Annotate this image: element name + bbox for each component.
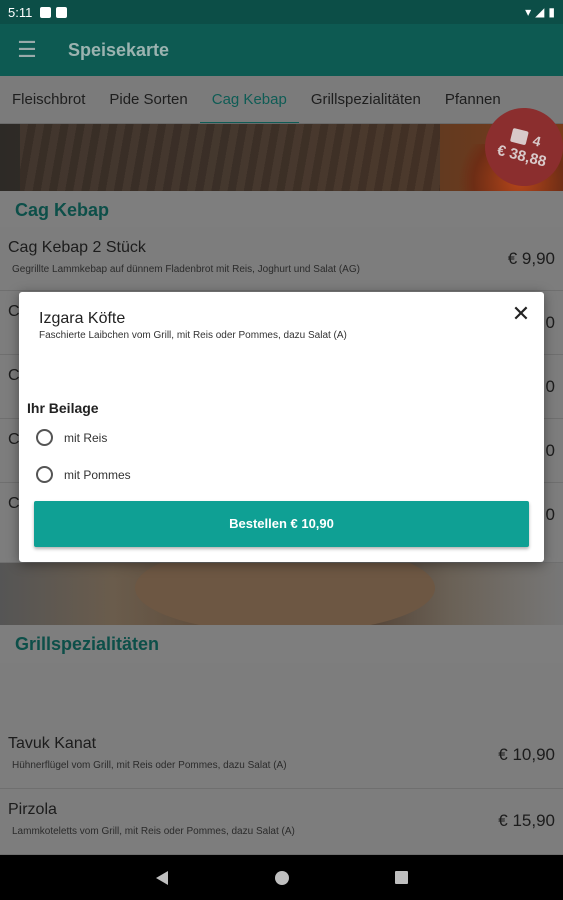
item-name: Pirzola <box>8 801 57 818</box>
item-description: Hühnerflügel vom Grill, mit Reis oder Po… <box>12 760 287 771</box>
item-options-dialog: Izgara Köfte Faschierte Laibchen vom Gri… <box>19 292 544 562</box>
item-price: 0 <box>545 505 555 524</box>
category-banner-image <box>0 124 563 191</box>
menu-item[interactable]: Pirzola Lammkoteletts vom Grill, mit Rei… <box>0 789 563 855</box>
hamburger-menu-icon[interactable]: ☰ <box>0 24 54 76</box>
shopping-bag-icon <box>510 127 530 145</box>
home-icon <box>274 870 289 885</box>
app-bar: ☰ Speisekarte <box>0 24 563 76</box>
cart-count: 4 <box>531 131 543 150</box>
list-spacer <box>0 663 563 723</box>
item-price: € 15,90 <box>498 811 555 830</box>
grill-plate-image <box>135 563 435 625</box>
section-header-cag-kebap: Cag Kebap <box>0 191 563 227</box>
dialog-description: Faschierte Laibchen vom Grill, mit Reis … <box>39 330 347 341</box>
tab-cag-kebap[interactable]: Cag Kebap <box>199 76 299 123</box>
signal-icon: ◢ <box>535 5 545 19</box>
menu-item[interactable]: Tavuk Kanat Hühnerflügel vom Grill, mit … <box>0 723 563 789</box>
radio-button[interactable] <box>36 429 53 446</box>
item-name: Tavuk Kanat <box>8 735 97 752</box>
back-button[interactable] <box>102 870 222 885</box>
option-label: mit Reis <box>64 430 108 445</box>
kebab-image <box>20 124 440 191</box>
item-price: 0 <box>545 377 555 396</box>
radio-button[interactable] <box>36 466 53 483</box>
item-description: Gegrillte Lammkebap auf dünnem Fladenbro… <box>12 264 360 275</box>
option-label: mit Pommes <box>64 467 131 482</box>
section-header-grillspezialitaeten: Grillspezialitäten <box>0 625 563 663</box>
cart-total: € 38,88 <box>495 141 549 171</box>
tab-fleischbrot[interactable]: Fleischbrot <box>0 76 97 123</box>
recents-button[interactable] <box>342 871 462 884</box>
item-name: Cag Kebap 2 Stück <box>8 239 146 256</box>
recents-icon <box>395 871 408 884</box>
dialog-title: Izgara Köfte <box>39 310 126 327</box>
item-price: 0 <box>545 441 555 460</box>
item-description: Lammkoteletts vom Grill, mit Reis oder P… <box>12 826 295 837</box>
close-icon[interactable]: ✕ <box>510 303 532 326</box>
item-price: 0 <box>545 313 555 332</box>
wifi-icon: ▾ <box>525 5 532 19</box>
back-icon <box>155 870 168 885</box>
system-nav-bar <box>0 855 563 900</box>
battery-icon: ▮ <box>548 5 555 19</box>
category-tabs: Fleischbrot Pide Sorten Cag Kebap Grills… <box>0 76 563 124</box>
notification-icon <box>40 6 52 18</box>
status-time: 5:11 <box>8 4 33 20</box>
page-title: Speisekarte <box>68 39 170 60</box>
menu-item[interactable]: Cag Kebap 2 Stück Gegrillte Lammkebap au… <box>0 227 563 291</box>
notification-icon <box>56 6 68 18</box>
side-dish-group-label: Ihr Beilage <box>27 400 99 416</box>
tab-grillspezialitaeten[interactable]: Grillspezialitäten <box>299 76 433 123</box>
tab-pide-sorten[interactable]: Pide Sorten <box>97 76 199 123</box>
option-fries[interactable]: mit Pommes <box>36 466 131 483</box>
option-rice[interactable]: mit Reis <box>36 429 107 446</box>
grill-banner-image <box>0 563 563 625</box>
item-price: € 10,90 <box>498 745 555 764</box>
item-price: € 9,90 <box>507 249 555 268</box>
status-bar: 5:11 ▾ ◢ ▮ <box>0 0 563 24</box>
order-button[interactable]: Bestellen € 10,90 <box>34 501 529 547</box>
home-button[interactable] <box>222 870 342 885</box>
